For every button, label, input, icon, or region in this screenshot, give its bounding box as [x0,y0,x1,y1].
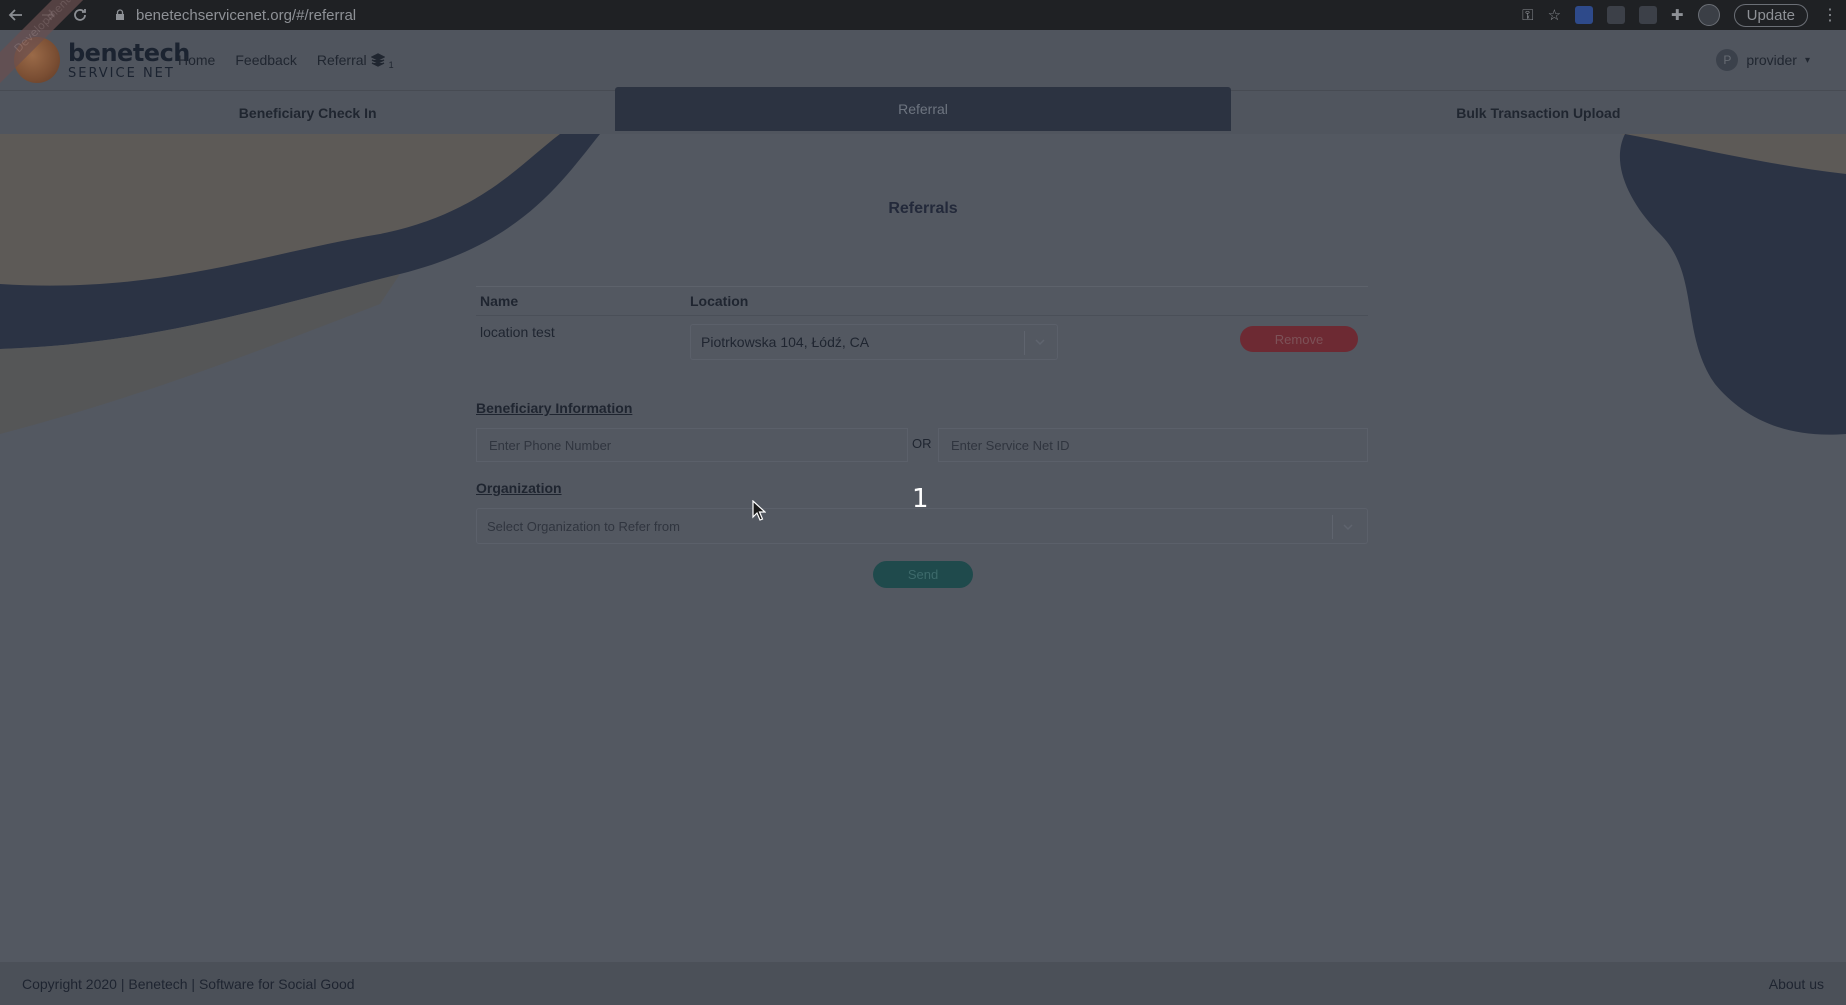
extension-icon[interactable] [1575,6,1594,24]
tab-bulk-transaction-upload[interactable]: Bulk Transaction Upload [1231,91,1846,134]
caret-down-icon: ▾ [1804,54,1810,66]
header-location: Location [690,293,749,309]
send-button[interactable]: Send [873,561,973,588]
beneficiary-info-label: Beneficiary Information [476,400,633,416]
profile-icon[interactable] [1697,4,1720,26]
about-link[interactable]: About us [1769,976,1824,992]
chevron-down-icon [1035,339,1045,346]
phone-input[interactable] [476,428,908,462]
step-overlay-number: 1 [912,484,929,514]
address-bar[interactable]: benetechservicenet.org/#/referral [114,7,356,24]
tab-beneficiary-check-in[interactable]: Beneficiary Check In [0,91,615,134]
table-row: location test Piotrkowska 104, Łódź, CA … [476,316,1368,372]
puzzle-icon[interactable]: ✚ [1671,6,1684,24]
copyright-text: Copyright 2020 | Benetech | Software for… [22,975,355,992]
table-header: Name Location [476,286,1368,316]
or-label: OR [912,436,932,451]
logo-name: benetech [68,38,190,67]
app-header: benetech SERVICE NET Development Home Fe… [0,0,1846,90]
location-select[interactable]: Piotrkowska 104, Łódź, CA [690,324,1058,360]
lock-icon [116,9,124,20]
row-name: location test [480,324,555,340]
nav-home[interactable]: Home [178,52,215,68]
organization-label: Organization [476,480,562,496]
organization-placeholder: Select Organization to Refer from [487,518,680,534]
user-name: provider [1746,52,1797,68]
extension-icon[interactable] [1639,6,1658,24]
update-button[interactable]: Update [1733,3,1808,27]
nav-referral-label: Referral [316,52,367,68]
service-net-id-input[interactable] [938,428,1368,462]
avatar: P [1716,49,1739,71]
nav-feedback[interactable]: Feedback [235,52,296,68]
location-value: Piotrkowska 104, Łódź, CA [701,334,870,350]
browser-toolbar: benetechservicenet.org/#/referral ⚿ ☆ ✚ … [0,0,1846,30]
user-menu[interactable]: P provider ▾ [1716,30,1810,90]
tab-referral[interactable]: Referral [615,87,1231,131]
extension-icon[interactable] [1607,6,1626,24]
referral-count-badge: 1 [388,60,394,70]
footer: Copyright 2020 | Benetech | Software for… [0,962,1846,1005]
tab-bar: Beneficiary Check In Referral Bulk Trans… [0,87,1846,134]
logo-subtitle: SERVICE NET [68,65,175,81]
top-nav: Home Feedback Referral 1 [178,30,394,90]
nav-referral[interactable]: Referral 1 [317,50,394,70]
remove-button[interactable]: Remove [1240,326,1358,352]
header-name: Name [480,293,519,309]
url-text: benetechservicenet.org/#/referral [136,6,357,24]
select-divider [1024,331,1025,355]
chevron-down-icon [1343,524,1353,531]
more-icon[interactable]: ⋮ [1822,5,1838,25]
page-title: Referrals [888,200,958,217]
logo[interactable]: benetech SERVICE NET [14,37,190,83]
key-icon[interactable]: ⚿ [1522,7,1533,24]
star-icon[interactable]: ☆ [1548,6,1561,24]
mouse-cursor-icon [752,500,766,521]
stack-icon [370,53,385,67]
select-divider [1332,515,1333,539]
referral-table: Name Location location test Piotrkowska … [476,286,1368,372]
